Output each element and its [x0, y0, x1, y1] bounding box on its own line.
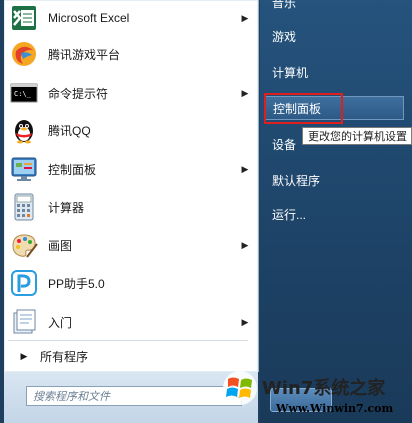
program-item-calculator[interactable]: 计算器: [4, 190, 252, 224]
all-programs-label: 所有程序: [40, 349, 89, 364]
windows-logo-icon: [223, 371, 257, 405]
getting-started-icon: [8, 306, 40, 338]
submenu-arrow-icon: ▶: [241, 87, 249, 98]
right-item-run[interactable]: 运行...: [264, 202, 404, 226]
calculator-icon: [8, 191, 40, 223]
watermark: Win7系统之家 Www.Winwin7.com: [222, 368, 412, 423]
submenu-arrow-icon: ▶: [241, 163, 249, 174]
program-label: 腾讯游戏平台: [48, 47, 121, 62]
program-label: 画图: [48, 238, 73, 253]
program-label: 命令提示符: [48, 86, 109, 101]
submenu-arrow-icon: ▶: [241, 239, 249, 250]
excel-icon: [8, 2, 40, 34]
program-item-paint[interactable]: 画图 ▶: [4, 228, 252, 262]
program-label: 入门: [48, 315, 73, 330]
program-label: PP助手5.0: [48, 276, 105, 291]
submenu-arrow-icon: ▶: [241, 12, 249, 23]
program-label: 腾讯QQ: [48, 123, 91, 138]
pp-assistant-icon: [8, 267, 40, 299]
watermark-brand: Win7系统之家: [262, 378, 386, 399]
program-item-excel[interactable]: Microsoft Excel ▶: [4, 1, 252, 35]
program-item-pp-assistant[interactable]: PP助手5.0: [4, 266, 252, 300]
qq-penguin-icon: [8, 114, 40, 146]
program-label: 计算器: [48, 200, 85, 215]
program-item-control-panel[interactable]: 控制面板 ▶: [4, 152, 252, 186]
right-item-games[interactable]: 游戏: [264, 24, 404, 48]
control-panel-icon: [8, 153, 40, 185]
highlight-annotation-box: [264, 93, 343, 124]
right-item-computer[interactable]: 计算机: [264, 60, 404, 84]
paint-icon: [8, 229, 40, 261]
tencent-games-icon: [8, 38, 40, 70]
divider: [8, 340, 248, 341]
program-label: Microsoft Excel: [48, 11, 130, 25]
expand-arrow-icon: ▶: [20, 350, 28, 361]
watermark-url: Www.Winwin7.com: [276, 402, 394, 415]
program-item-qq[interactable]: 腾讯QQ: [4, 113, 252, 147]
program-item-tencent-games[interactable]: 腾讯游戏平台: [4, 37, 252, 71]
program-item-cmd[interactable]: C:\_ 命令提示符 ▶: [4, 76, 252, 110]
search-input[interactable]: 搜索程序和文件: [26, 386, 242, 406]
svg-text:C:\_: C:\_: [14, 90, 32, 98]
all-programs-button[interactable]: ▶ 所有程序: [8, 343, 248, 369]
program-label: 控制面板: [48, 162, 97, 177]
right-item-music[interactable]: 音乐: [264, 0, 404, 14]
program-item-getting-started[interactable]: 入门 ▶: [4, 305, 252, 339]
tooltip: 更改您的计算机设置: [302, 127, 412, 145]
cmd-icon: C:\_: [8, 77, 40, 109]
search-placeholder: 搜索程序和文件: [33, 391, 110, 403]
submenu-arrow-icon: ▶: [241, 316, 249, 327]
right-item-default-programs[interactable]: 默认程序: [264, 168, 404, 192]
